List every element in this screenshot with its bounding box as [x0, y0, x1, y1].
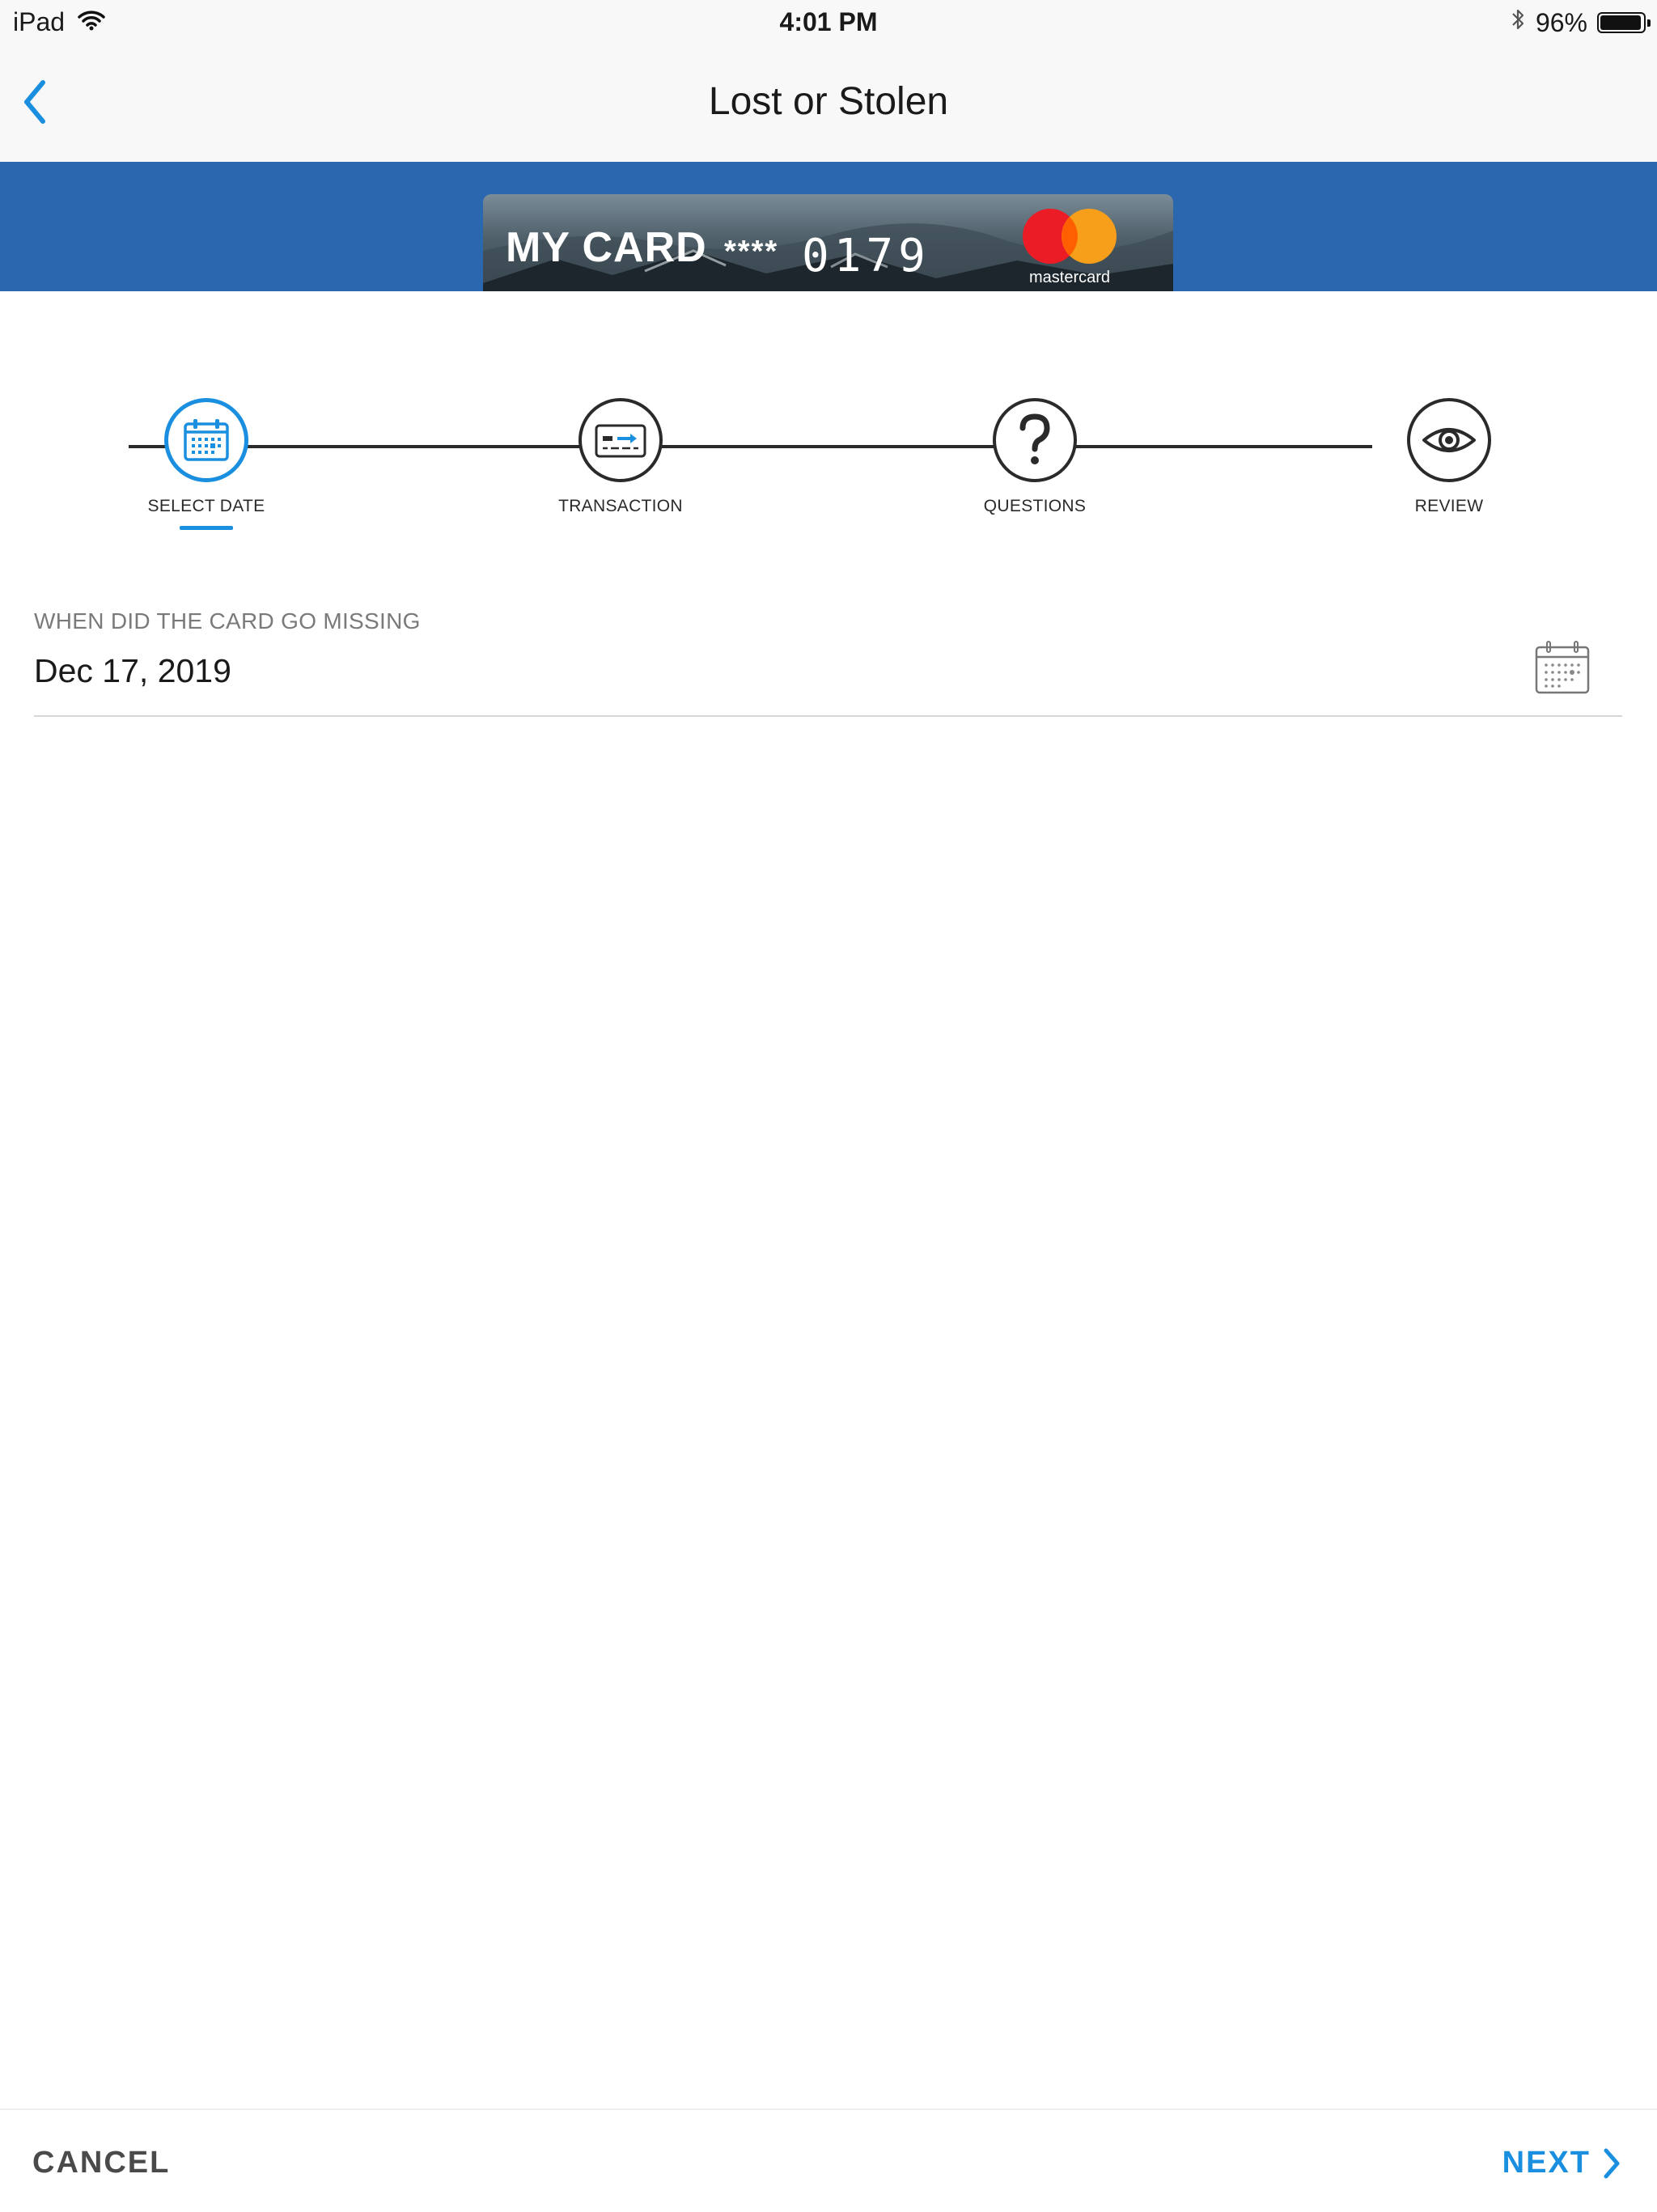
- eye-icon: [1422, 428, 1476, 452]
- cancel-button[interactable]: CANCEL: [32, 2146, 170, 2180]
- step-circle: [993, 398, 1077, 482]
- card-banner: MY CARD **** 0179 mastercard: [0, 162, 1657, 291]
- progress-stepper: SELECT DATE TRANSACTION QUESTIONS REVIEW: [0, 388, 1657, 566]
- footer-bar: CANCEL NEXT: [0, 2108, 1657, 2212]
- step-circle: [1407, 398, 1491, 482]
- calendar-icon[interactable]: [1533, 638, 1591, 696]
- step-select-date[interactable]: SELECT DATE: [85, 398, 328, 530]
- next-button-label: NEXT: [1502, 2146, 1591, 2180]
- card-number-mask: ****: [724, 235, 779, 269]
- nav-bar: Lost or Stolen: [0, 45, 1657, 162]
- chevron-right-icon: [1604, 2148, 1620, 2178]
- battery-icon: [1597, 12, 1651, 33]
- step-label: SELECT DATE: [147, 497, 265, 515]
- battery-percent: 96%: [1535, 7, 1587, 37]
- calendar-icon: [184, 419, 229, 461]
- step-transaction[interactable]: TRANSACTION: [499, 398, 742, 516]
- status-time: 4:01 PM: [779, 7, 878, 36]
- mastercard-wordmark: mastercard: [1028, 269, 1111, 286]
- step-circle: [578, 398, 663, 482]
- step-questions[interactable]: QUESTIONS: [913, 398, 1156, 516]
- status-bar: iPad 4:01 PM 96%: [0, 0, 1657, 45]
- card-transfer-icon: [595, 424, 646, 458]
- battery-cap: [1647, 19, 1651, 27]
- question-icon: [1019, 413, 1050, 464]
- date-field-label: WHEN DID THE CARD GO MISSING: [34, 608, 421, 634]
- step-circle: [164, 398, 248, 482]
- card-image: MY CARD **** 0179 mastercard: [483, 194, 1173, 291]
- page-title: Lost or Stolen: [708, 80, 949, 123]
- next-button[interactable]: NEXT: [1502, 2146, 1621, 2180]
- missing-date-field[interactable]: WHEN DID THE CARD GO MISSING Dec 17, 201…: [34, 599, 1622, 717]
- status-right: 96%: [1510, 6, 1651, 39]
- bluetooth-icon: [1510, 6, 1526, 39]
- card-name: MY CARD: [506, 224, 707, 271]
- step-label: QUESTIONS: [983, 497, 1087, 515]
- mastercard-logo: mastercard: [1017, 207, 1122, 291]
- card-last-four: 0179: [802, 230, 930, 282]
- battery-fill: [1600, 15, 1641, 30]
- active-step-indicator: [180, 526, 233, 530]
- step-label: TRANSACTION: [558, 497, 683, 515]
- step-label: REVIEW: [1414, 497, 1484, 515]
- date-field-value[interactable]: Dec 17, 2019: [34, 652, 231, 690]
- step-review[interactable]: REVIEW: [1328, 398, 1570, 516]
